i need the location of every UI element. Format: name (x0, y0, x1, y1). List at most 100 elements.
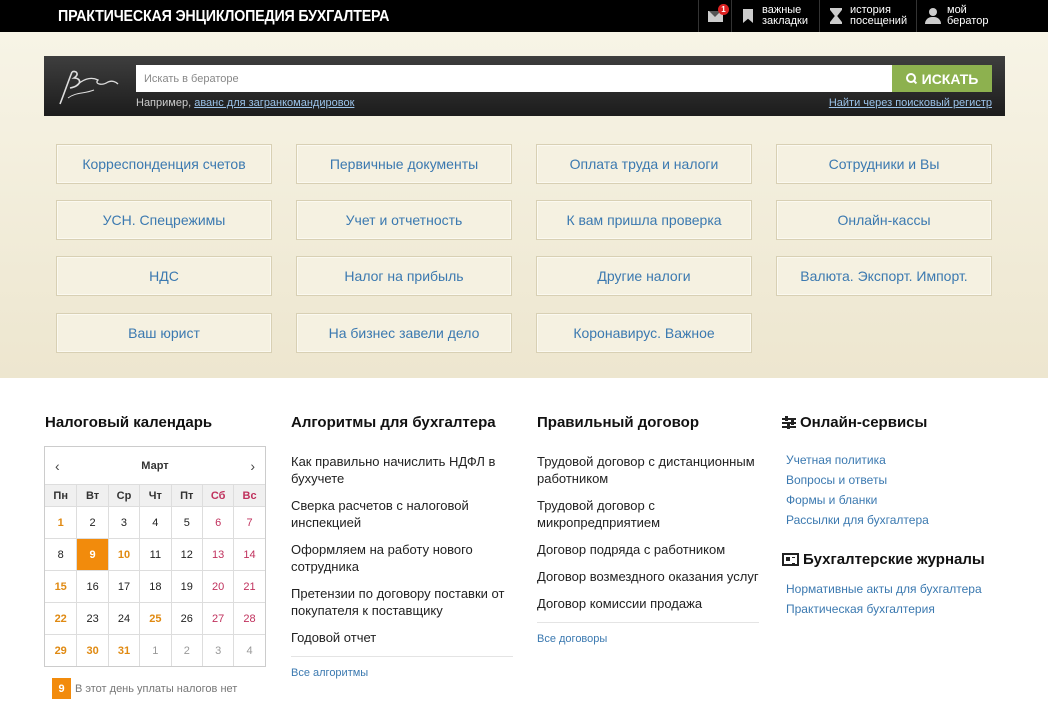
calendar-day[interactable]: 10 (107, 538, 140, 570)
contract-link[interactable]: Договор подряда с работником (537, 541, 759, 558)
contract-link[interactable]: Договор комиссии продажа (537, 595, 759, 612)
calendar-day[interactable]: 25 (139, 602, 171, 634)
category-button[interactable]: Корреспонденция счетов (56, 144, 272, 184)
history-button[interactable]: история посещений (819, 0, 916, 32)
mail-badge: 1 (718, 4, 729, 15)
register-search-link[interactable]: Найти через поисковый регистр (829, 97, 992, 109)
calendar-grid: Пн Вт Ср Чт Пт Сб Вс 1 2 3 4 5 6 7 8 9 1… (45, 484, 265, 666)
category-button[interactable]: Оплата труда и налоги (536, 144, 752, 184)
weekday-label: Сб (201, 484, 234, 506)
calendar-day[interactable]: 24 (107, 602, 140, 634)
site-title[interactable]: ПРАКТИЧЕСКАЯ ЭНЦИКЛОПЕДИЯ БУХГАЛТЕРА (58, 8, 389, 26)
prev-month-button[interactable]: ‹ (55, 458, 60, 474)
category-button[interactable]: Сотрудники и Вы (776, 144, 992, 184)
bookmark-icon (743, 9, 753, 23)
bookmarks-label-2: закладки (762, 15, 809, 27)
category-button[interactable]: К вам пришла проверка (536, 200, 752, 240)
calendar-day[interactable]: 21 (233, 570, 265, 602)
service-link[interactable]: Вопросы и ответы (786, 473, 887, 487)
calendar-day[interactable]: 30 (76, 634, 108, 666)
mail-button[interactable]: 1 (698, 0, 731, 32)
calendar-day[interactable]: 29 (45, 634, 77, 666)
calendar-day[interactable]: 26 (170, 602, 202, 634)
journal-link[interactable]: Практическая бухгалтерия (786, 602, 935, 616)
bookmarks-button[interactable]: важные закладки (731, 0, 819, 32)
calendar-day[interactable]: 1 (45, 506, 77, 538)
calendar-day[interactable]: 8 (45, 538, 77, 570)
calendar-day[interactable]: 12 (170, 538, 202, 570)
berator-logo[interactable] (54, 64, 122, 108)
category-button[interactable]: Онлайн-кассы (776, 200, 992, 240)
calendar-day[interactable]: 16 (76, 570, 108, 602)
search-icon (905, 73, 917, 84)
legend-text: В этот день уплаты налогов нет (75, 683, 238, 695)
calendar-day[interactable]: 31 (107, 634, 140, 666)
service-link[interactable]: Учетная политика (786, 453, 886, 467)
calendar-day[interactable]: 15 (45, 570, 77, 602)
category-button[interactable]: Учет и отчетность (296, 200, 512, 240)
category-button[interactable]: На бизнес завели дело (296, 313, 512, 353)
services-title-text: Онлайн-сервисы (800, 414, 928, 431)
history-label-2: посещений (850, 15, 908, 27)
calendar-header: ‹ Март › (45, 447, 265, 484)
user-icon (925, 8, 941, 24)
calendar-day-other-month[interactable]: 1 (139, 634, 171, 666)
service-link[interactable]: Формы и бланки (786, 493, 877, 507)
calendar-day[interactable]: 23 (76, 602, 108, 634)
calendar-day[interactable]: 18 (139, 570, 171, 602)
calendar-day-other-month[interactable]: 2 (170, 634, 202, 666)
category-button[interactable]: УСН. Спецрежимы (56, 200, 272, 240)
algorithm-link[interactable]: Оформляем на работу нового сотрудника (291, 541, 513, 575)
contract-link[interactable]: Договор возмездного оказания услуг (537, 568, 759, 585)
calendar-day[interactable]: 19 (170, 570, 202, 602)
search-bar: ИСКАТЬ Например, аванс для загранкоманди… (44, 56, 1005, 116)
calendar-day[interactable]: 27 (201, 602, 234, 634)
calendar-day-other-month[interactable]: 4 (233, 634, 265, 666)
calendar-day[interactable]: 17 (107, 570, 140, 602)
example-link[interactable]: аванс для загранкомандировок (194, 97, 354, 109)
calendar-day[interactable]: 14 (233, 538, 265, 570)
calendar-day[interactable]: 7 (233, 506, 265, 538)
category-button[interactable]: Первичные документы (296, 144, 512, 184)
weekday-label: Чт (139, 484, 171, 506)
services-title: Онлайн-сервисы (782, 414, 927, 431)
calendar-day[interactable]: 3 (107, 506, 140, 538)
algorithms-list: Как правильно начислить НДФЛ в бухучете … (291, 453, 513, 679)
weekday-label: Вт (76, 484, 108, 506)
calendar-day[interactable]: 20 (201, 570, 234, 602)
calendar-day[interactable]: 22 (45, 602, 77, 634)
calendar-day[interactable]: 6 (201, 506, 234, 538)
calendar-day-today[interactable]: 9 (76, 538, 108, 570)
search-input[interactable] (136, 65, 892, 92)
category-button[interactable]: Ваш юрист (56, 313, 272, 353)
category-button[interactable]: Другие налоги (536, 256, 752, 296)
service-link[interactable]: Рассылки для бухгалтера (786, 513, 929, 527)
category-button[interactable]: НДС (56, 256, 272, 296)
weekday-label: Ср (107, 484, 140, 506)
calendar-day[interactable]: 28 (233, 602, 265, 634)
category-button[interactable]: Валюта. Экспорт. Импорт. (776, 256, 992, 296)
calendar-day[interactable]: 4 (139, 506, 171, 538)
algorithm-link[interactable]: Претензии по договору поставки от покупа… (291, 585, 513, 619)
search-button-label: ИСКАТЬ (921, 70, 979, 87)
calendar-day[interactable]: 5 (170, 506, 202, 538)
calendar-day[interactable]: 11 (139, 538, 171, 570)
category-button[interactable]: Коронавирус. Важное (536, 313, 752, 353)
account-button[interactable]: мой бератор (916, 0, 1048, 32)
next-month-button[interactable]: › (250, 458, 255, 474)
algorithm-link[interactable]: Как правильно начислить НДФЛ в бухучете (291, 453, 513, 487)
calendar-day-other-month[interactable]: 3 (201, 634, 234, 666)
hero-section: ИСКАТЬ Например, аванс для загранкоманди… (0, 32, 1048, 378)
algorithm-link[interactable]: Годовой отчет (291, 629, 513, 646)
all-contracts-link[interactable]: Все договоры (537, 622, 759, 645)
contract-link[interactable]: Трудовой договор с дистанционным работни… (537, 453, 759, 487)
contract-link[interactable]: Трудовой договор с микропредприятием (537, 497, 759, 531)
calendar-day[interactable]: 2 (76, 506, 108, 538)
algorithm-link[interactable]: Сверка расчетов с налоговой инспекцией (291, 497, 513, 531)
calendar-day[interactable]: 13 (201, 538, 234, 570)
search-button[interactable]: ИСКАТЬ (892, 65, 992, 92)
all-algorithms-link[interactable]: Все алгоритмы (291, 656, 513, 679)
calendar-title: Налоговый календарь (45, 414, 213, 431)
journal-link[interactable]: Нормативные акты для бухгалтера (786, 582, 982, 596)
category-button[interactable]: Налог на прибыль (296, 256, 512, 296)
